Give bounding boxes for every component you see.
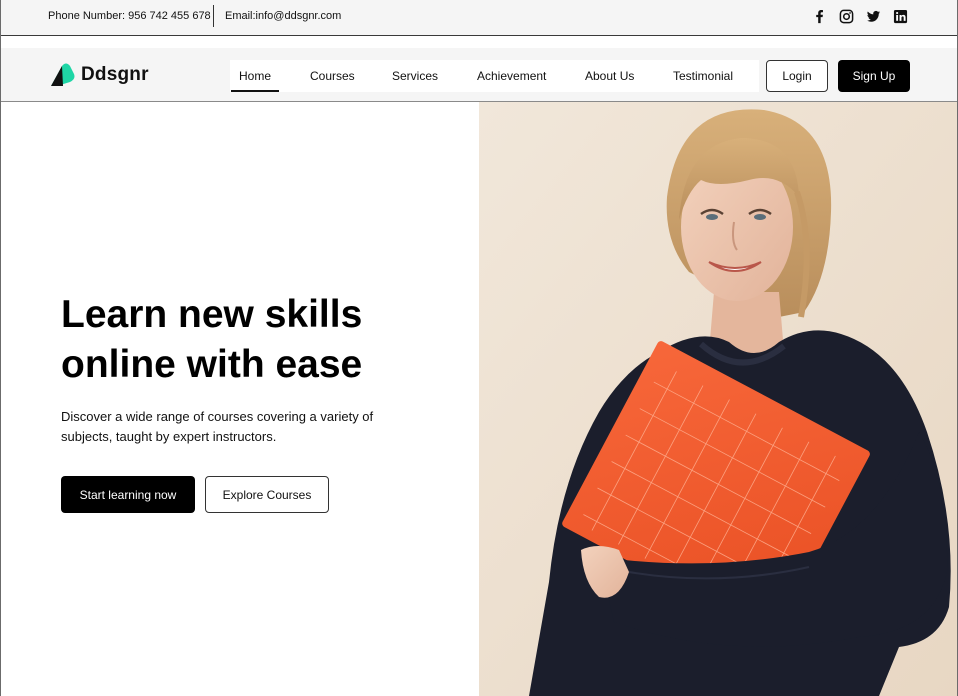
nav-item-achievement[interactable]: Achievement: [469, 60, 554, 92]
divider: [213, 5, 214, 27]
login-button[interactable]: Login: [766, 60, 828, 92]
phone-number: Phone Number: 956 742 455 678: [48, 10, 211, 22]
nav-item-services[interactable]: Services: [384, 60, 446, 92]
nav-item-about-us[interactable]: About Us: [577, 60, 642, 92]
social-links: [812, 9, 908, 24]
twitter-icon[interactable]: [866, 9, 881, 24]
hero-image: [479, 102, 957, 696]
start-learning-button[interactable]: Start learning now: [61, 476, 195, 513]
hero-subtitle-line: subjects, taught by expert instructors.: [61, 429, 277, 444]
brand-logo[interactable]: Ddsgnr: [49, 62, 149, 88]
facebook-icon[interactable]: [812, 9, 827, 24]
top-contact-bar: Phone Number: 956 742 455 678 Email:info…: [1, 0, 957, 36]
instagram-icon[interactable]: [839, 9, 854, 24]
brand-logo-icon: [49, 62, 75, 88]
explore-courses-button[interactable]: Explore Courses: [205, 476, 329, 513]
student-illustration: [479, 102, 957, 696]
hero-subtitle: Discover a wide range of courses coverin…: [61, 407, 401, 447]
nav-menu: Home Courses Services Achievement About …: [230, 60, 759, 92]
nav-item-courses[interactable]: Courses: [302, 60, 363, 92]
hero-title-line: online with ease: [61, 343, 363, 386]
hero-subtitle-line: Discover a wide range of courses coverin…: [61, 409, 374, 424]
brand-name: Ddsgnr: [81, 64, 149, 85]
linkedin-icon[interactable]: [893, 9, 908, 24]
hero-title-line: Learn new skills: [61, 293, 363, 336]
nav-item-home[interactable]: Home: [231, 60, 280, 92]
email-address: Email:info@ddsgnr.com: [225, 10, 342, 22]
hero-title: Learn new skills online with ease: [61, 290, 461, 390]
main-navbar: Ddsgnr Home Courses Services Achievement…: [1, 48, 957, 102]
signup-button[interactable]: Sign Up: [838, 60, 910, 92]
nav-item-testimonial[interactable]: Testimonial: [665, 60, 741, 92]
